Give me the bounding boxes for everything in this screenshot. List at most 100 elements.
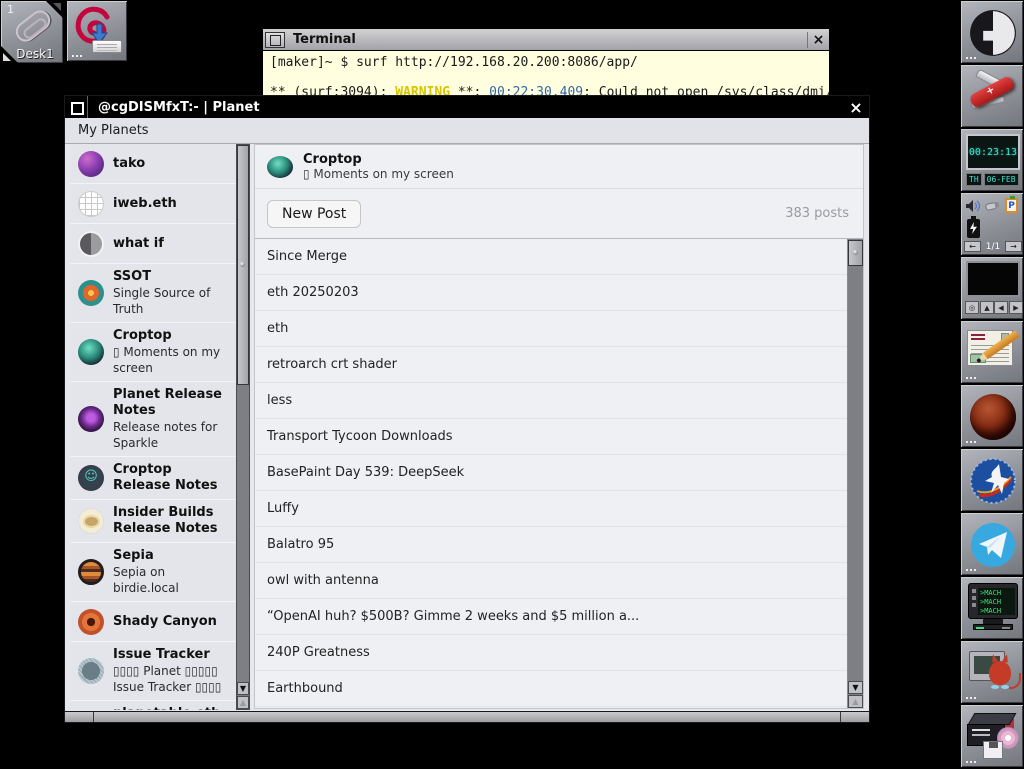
sidebar-item-insider-builds[interactable]: Insider Builds Release Notes xyxy=(70,500,236,543)
sidebar-item-planet-release-notes[interactable]: Planet Release Notes Release notes for S… xyxy=(70,382,236,457)
post-item[interactable]: less xyxy=(255,383,847,419)
tray-prev-button[interactable]: ← xyxy=(964,241,981,252)
sidebar-scroll-up-button[interactable]: ▲ xyxy=(237,696,249,709)
croptop-release-notes-avatar xyxy=(78,465,104,491)
sidebar-item-tako[interactable]: tako xyxy=(70,144,236,184)
tray-page-indicator: 1/1 xyxy=(986,242,1000,252)
usb-device-icon[interactable] xyxy=(985,200,1001,212)
sidebar-item-croptop[interactable]: Croptop ▯ Moments on my screen xyxy=(70,323,236,382)
media-next-button[interactable]: ▶ xyxy=(1009,301,1023,314)
disk-drive-icon xyxy=(92,40,122,53)
running-indicator xyxy=(966,569,968,571)
terminal-titlebar[interactable]: Terminal × xyxy=(263,29,829,51)
shady-canyon-avatar xyxy=(78,609,104,635)
sidebar-scrollbar[interactable]: ▼ ▲ xyxy=(236,144,250,710)
dock-icon-software-package[interactable] xyxy=(960,704,1024,768)
workspace-pager-tile[interactable]: 1 Desk1 xyxy=(0,0,64,64)
clock-date: 06-FEB xyxy=(984,173,1019,186)
debian-installer-tile[interactable] xyxy=(66,0,128,62)
terminal-minimize-button[interactable] xyxy=(265,32,285,48)
post-item[interactable]: retroarch crt shader xyxy=(255,347,847,383)
dock-icon-sports-globe[interactable] xyxy=(960,448,1024,512)
dock-icon-gnustep[interactable] xyxy=(960,0,1024,64)
post-item[interactable]: Since Merge xyxy=(255,239,847,275)
sidebar-item-croptop-release-notes[interactable]: Croptop Release Notes xyxy=(70,457,236,500)
new-post-button[interactable]: New Post xyxy=(267,200,361,228)
sidebar-item-iweb-eth[interactable]: iweb.eth xyxy=(70,184,236,224)
battery-icon[interactable] xyxy=(967,219,980,238)
tako-avatar xyxy=(78,151,104,177)
clock-display: 00:23:13 xyxy=(966,134,1020,170)
sidebar-item-planetable-eth[interactable]: planetable.eth Build and host decentrali… xyxy=(70,701,236,710)
clipboard-badge-icon[interactable]: P xyxy=(1005,198,1018,213)
post-list: Since Merge eth 20250203 eth retroarch c… xyxy=(255,238,863,708)
terminal-line-prompt: [maker]~ $ surf http://192.168.20.200:80… xyxy=(270,55,822,70)
posts-scrollbar[interactable]: ▼ ▲ xyxy=(847,239,863,708)
running-indicator xyxy=(966,761,968,763)
post-count: 383 posts xyxy=(785,206,849,221)
croptop-header-avatar xyxy=(267,156,293,178)
dock-icon-mail-compose[interactable] xyxy=(960,320,1024,384)
pager-next-arrow[interactable] xyxy=(46,1,63,18)
red-moon-icon xyxy=(970,394,1016,440)
monitor-icon: >MACH >MACH >MACH xyxy=(968,583,1018,619)
post-item[interactable]: Transport Tycoon Downloads xyxy=(255,419,847,455)
post-item[interactable]: 240P Greatness xyxy=(255,635,847,671)
planet-window: @cgDISMfxT:- | Planet × My Planets tako … xyxy=(64,95,870,723)
planet-sidebar: tako iweb.eth what if SSOT Single Source… xyxy=(70,144,236,710)
post-item[interactable]: owl with antenna xyxy=(255,563,847,599)
sidebar-item-issue-tracker[interactable]: Issue Tracker ▯▯▯▯ Planet ▯▯▯▯▯ Issue Tr… xyxy=(70,642,236,701)
dock-icon-clock[interactable]: 00:23:13 TH 06-FEB xyxy=(960,128,1024,192)
iweb-avatar xyxy=(78,191,104,217)
post-item[interactable]: BasePaint Day 539: DeepSeek xyxy=(255,455,847,491)
content-panel: Croptop ▯ Moments on my screen New Post … xyxy=(254,144,864,709)
sidebar-scroll-down-button[interactable]: ▼ xyxy=(237,682,249,695)
post-item[interactable]: eth xyxy=(255,311,847,347)
gnustep-logo-icon xyxy=(969,9,1017,57)
planet-close-button[interactable]: × xyxy=(843,98,869,117)
sidebar-item-ssot[interactable]: SSOT Single Source of Truth xyxy=(70,264,236,323)
dock-icon-tray[interactable]: P ← 1/1 → xyxy=(960,192,1024,256)
post-item[interactable]: “OpenAI huh? $500B? Gimme 2 weeks and $5… xyxy=(255,599,847,635)
posts-scroll-up-button[interactable]: ▲ xyxy=(848,695,863,708)
sidebar-item-what-if[interactable]: what if xyxy=(70,224,236,264)
planet-window-title: @cgDISMfxT:- | Planet xyxy=(88,100,843,115)
window-resize-bar[interactable] xyxy=(65,711,869,722)
tray-next-button[interactable]: → xyxy=(1005,241,1022,252)
planet-minimize-button[interactable] xyxy=(65,96,88,118)
daemon-tail xyxy=(1009,673,1021,689)
dock-icon-mach-terminal[interactable]: >MACH >MACH >MACH xyxy=(960,576,1024,640)
dock-icon-red-moon[interactable] xyxy=(960,384,1024,448)
dock-icon-bsd-daemon[interactable] xyxy=(960,640,1024,704)
posts-scrollbar-thumb[interactable] xyxy=(848,240,863,266)
volume-icon[interactable] xyxy=(965,199,981,213)
posts-scroll-down-button[interactable]: ▼ xyxy=(848,681,863,694)
workspace-number: 1 xyxy=(7,3,14,16)
planet-titlebar[interactable]: @cgDISMfxT:- | Planet × xyxy=(65,96,869,118)
post-item[interactable]: Luffy xyxy=(255,491,847,527)
terminal-title: Terminal xyxy=(285,32,807,47)
issue-tracker-avatar xyxy=(78,658,104,684)
sidebar-item-shady-canyon[interactable]: Shady Canyon xyxy=(70,602,236,642)
sidebar-scrollbar-thumb[interactable] xyxy=(237,145,249,385)
media-prev-button[interactable]: ◀ xyxy=(994,301,1008,314)
media-screen xyxy=(966,261,1020,297)
ssot-avatar xyxy=(78,280,104,306)
media-stop-button[interactable]: ◎ xyxy=(965,301,979,314)
post-item[interactable]: eth 20250203 xyxy=(255,275,847,311)
running-indicator xyxy=(966,57,968,59)
terminal-window: Terminal × [maker]~ $ surf http://192.16… xyxy=(262,28,830,104)
telegram-icon xyxy=(969,521,1017,569)
clock-time: 00:23:13 xyxy=(969,147,1017,158)
terminal-close-button[interactable]: × xyxy=(807,32,829,48)
sidebar-item-sepia[interactable]: Sepia Sepia on birdie.local xyxy=(70,543,236,602)
planet-header: Croptop ▯ Moments on my screen xyxy=(255,145,863,189)
dock-icon-media-player[interactable]: ◎ ▲ ◀ ▶ xyxy=(960,256,1024,320)
post-item[interactable]: Earthbound xyxy=(255,671,847,707)
my-planets-header: My Planets xyxy=(65,118,869,144)
dock-icon-telegram[interactable] xyxy=(960,512,1024,576)
post-item[interactable]: Balatro 95 xyxy=(255,527,847,563)
what-if-avatar xyxy=(78,231,104,257)
dock-icon-swiss-knife[interactable] xyxy=(960,64,1024,128)
media-eject-button[interactable]: ▲ xyxy=(980,301,994,314)
